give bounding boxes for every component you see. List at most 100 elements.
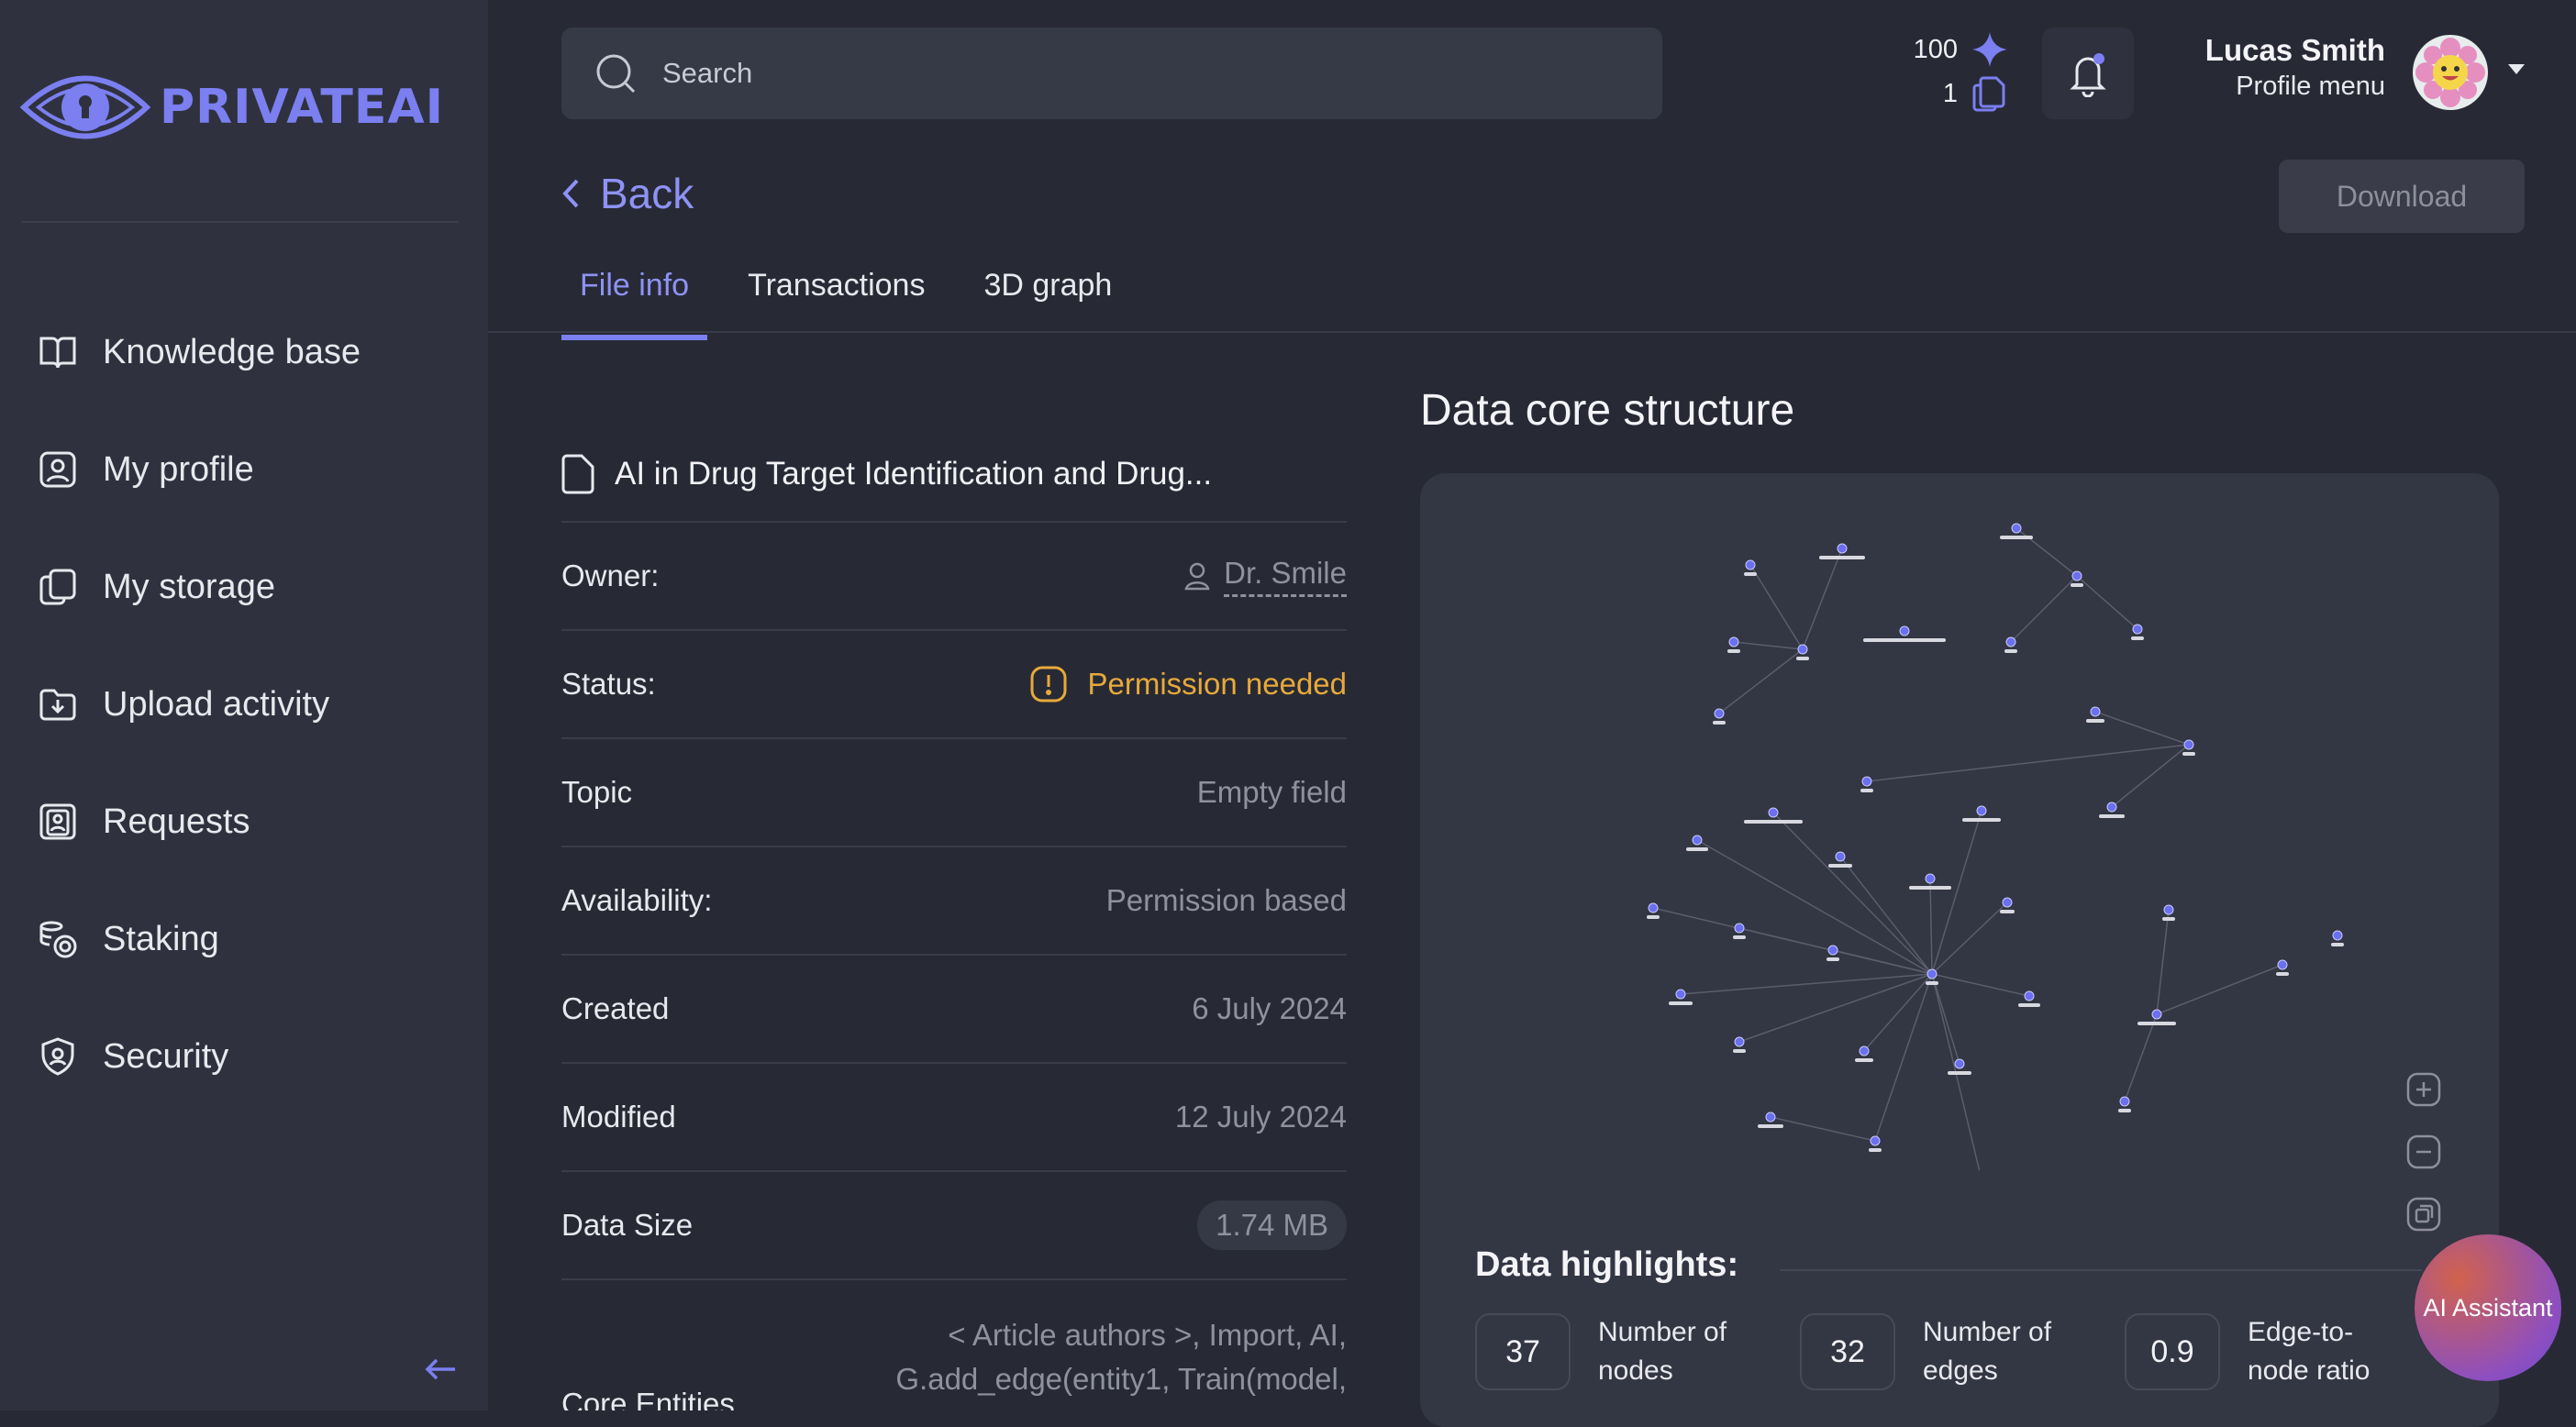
graph-node[interactable] [2163,904,2174,915]
graph-node[interactable] [1745,559,1756,570]
eye-logo-icon [20,75,150,139]
sidebar-item-requests[interactable]: Requests [37,763,459,880]
sidebar-item-label: Knowledge base [103,332,361,371]
sidebar-item-label: My profile [103,449,254,489]
graph-node[interactable] [1692,835,1703,846]
owner-row: Owner: Dr. Smile [561,523,1347,631]
graph-node[interactable] [1728,636,1739,647]
created-value: 6 July 2024 [1192,991,1347,1025]
graph-node-label [2276,972,2289,976]
graph-node-label [2162,917,2175,921]
tab-bar: File info Transactions 3D graph [561,259,1152,340]
graph-edge [2076,575,2138,630]
graph-node[interactable] [1714,708,1725,719]
topic-value: Empty field [1196,775,1347,809]
graph-node[interactable] [2332,930,2343,941]
graph-node-label [1669,1001,1693,1005]
graph-node-label [2004,649,2017,653]
graph-node[interactable] [2005,636,2016,647]
graph-node-label [2118,1109,2131,1112]
sidebar-item-my-storage[interactable]: My storage [37,528,459,646]
graph-node[interactable] [1765,1112,1776,1123]
graph-edge [1680,973,1933,995]
graph-node[interactable] [2183,739,2194,750]
data-size-row: Data Size 1.74 MB [561,1172,1347,1280]
graph-node[interactable] [1899,625,1910,636]
graph-node[interactable] [1859,1045,1870,1056]
graph-node[interactable] [1976,805,1987,816]
back-button[interactable]: Back [561,169,694,218]
download-button[interactable]: Download [2279,160,2525,233]
graph-node[interactable] [1675,989,1686,1000]
owner-link[interactable]: Dr. Smile [1183,556,1347,597]
graph-node[interactable] [1648,902,1659,913]
stat-label: Number of nodes [1598,1317,1727,1386]
sidebar-item-my-profile[interactable]: My profile [37,411,459,528]
graph-node[interactable] [1861,776,1872,787]
sidebar-item-upload-activity[interactable]: Upload activity [37,646,459,763]
fit-view-icon[interactable] [2405,1196,2442,1233]
core-entities-label: Core Entities [561,1387,735,1410]
logo-text: PRIVATEAI [160,80,445,135]
stat-label: Edge-to-node ratio [2248,1317,2371,1386]
graph-node[interactable] [2119,1096,2130,1107]
graph-node[interactable] [2132,624,2143,635]
zoom-out-icon[interactable] [2405,1134,2442,1170]
graph-node-label [1863,638,1946,642]
graph-node-label [1744,820,1803,824]
logo[interactable]: PRIVATEAI [20,66,444,149]
graph-node[interactable] [2277,959,2288,970]
topic-row: Topic Empty field [561,739,1347,847]
sidebar-item-knowledge-base[interactable]: Knowledge base [37,293,459,411]
graph-node[interactable] [1734,1036,1745,1047]
knowledge-graph[interactable] [1420,473,2499,1190]
graph-node[interactable] [1925,873,1936,884]
graph-node[interactable] [1954,1058,1965,1069]
graph-node[interactable] [2090,706,2101,717]
stat-nodes: 37 Number of nodes [1475,1313,1763,1390]
sidebar-item-staking[interactable]: Staking [37,880,459,998]
tab-transactions[interactable]: Transactions [729,259,943,340]
search-input[interactable]: Search [561,28,1662,119]
graph-node[interactable] [2151,1009,2162,1020]
profile-menu[interactable]: Lucas Smith Profile menu [2110,33,2385,102]
sidebar-item-security[interactable]: Security [37,998,459,1115]
ai-assistant-button[interactable]: AI Assistant [2415,1234,2561,1381]
graph-node[interactable] [1827,945,1838,956]
graph-node[interactable] [1870,1135,1881,1146]
graph-node[interactable] [2106,802,2117,813]
graph-node[interactable] [2071,570,2082,581]
tab-file-info[interactable]: File info [561,259,708,340]
graph-node-label [2099,814,2125,818]
graph-edge [1866,744,2190,782]
arrow-left-icon[interactable] [422,1350,461,1388]
graph-node[interactable] [1734,923,1745,934]
graph-node[interactable] [1926,968,1938,979]
tab-3d-graph[interactable]: 3D graph [965,259,1130,340]
graph-node-label [1827,957,1839,961]
graph-node[interactable] [2011,523,2022,534]
graph-node-label [1727,649,1740,653]
graph-node-label [1686,847,1708,851]
graph-node-label [2182,752,2195,756]
avatar[interactable] [2413,35,2488,110]
graph-node[interactable] [1797,644,1808,655]
zoom-in-icon[interactable] [2405,1071,2442,1108]
back-label: Back [600,170,694,217]
graph-edge [2124,1013,2158,1102]
graph-node-label [1909,886,1951,890]
highlights-divider [1780,1269,2422,1271]
graph-node[interactable] [1837,543,1848,554]
graph-node[interactable] [2024,990,2035,1001]
graph-node[interactable] [2002,897,2013,908]
files-value: 1 [1942,78,1958,108]
chevron-down-icon[interactable] [2508,64,2525,74]
sidebar-item-label: Staking [103,919,219,958]
book-icon [39,337,76,369]
graph-node[interactable] [1768,807,1779,818]
stat-label: Number of edges [1923,1317,2052,1386]
graph-node[interactable] [1835,851,1846,862]
graph-node-label [1869,1148,1882,1152]
status-label: Status: [561,667,656,701]
file-title: AI in Drug Target Identification and Dru… [615,456,1213,492]
